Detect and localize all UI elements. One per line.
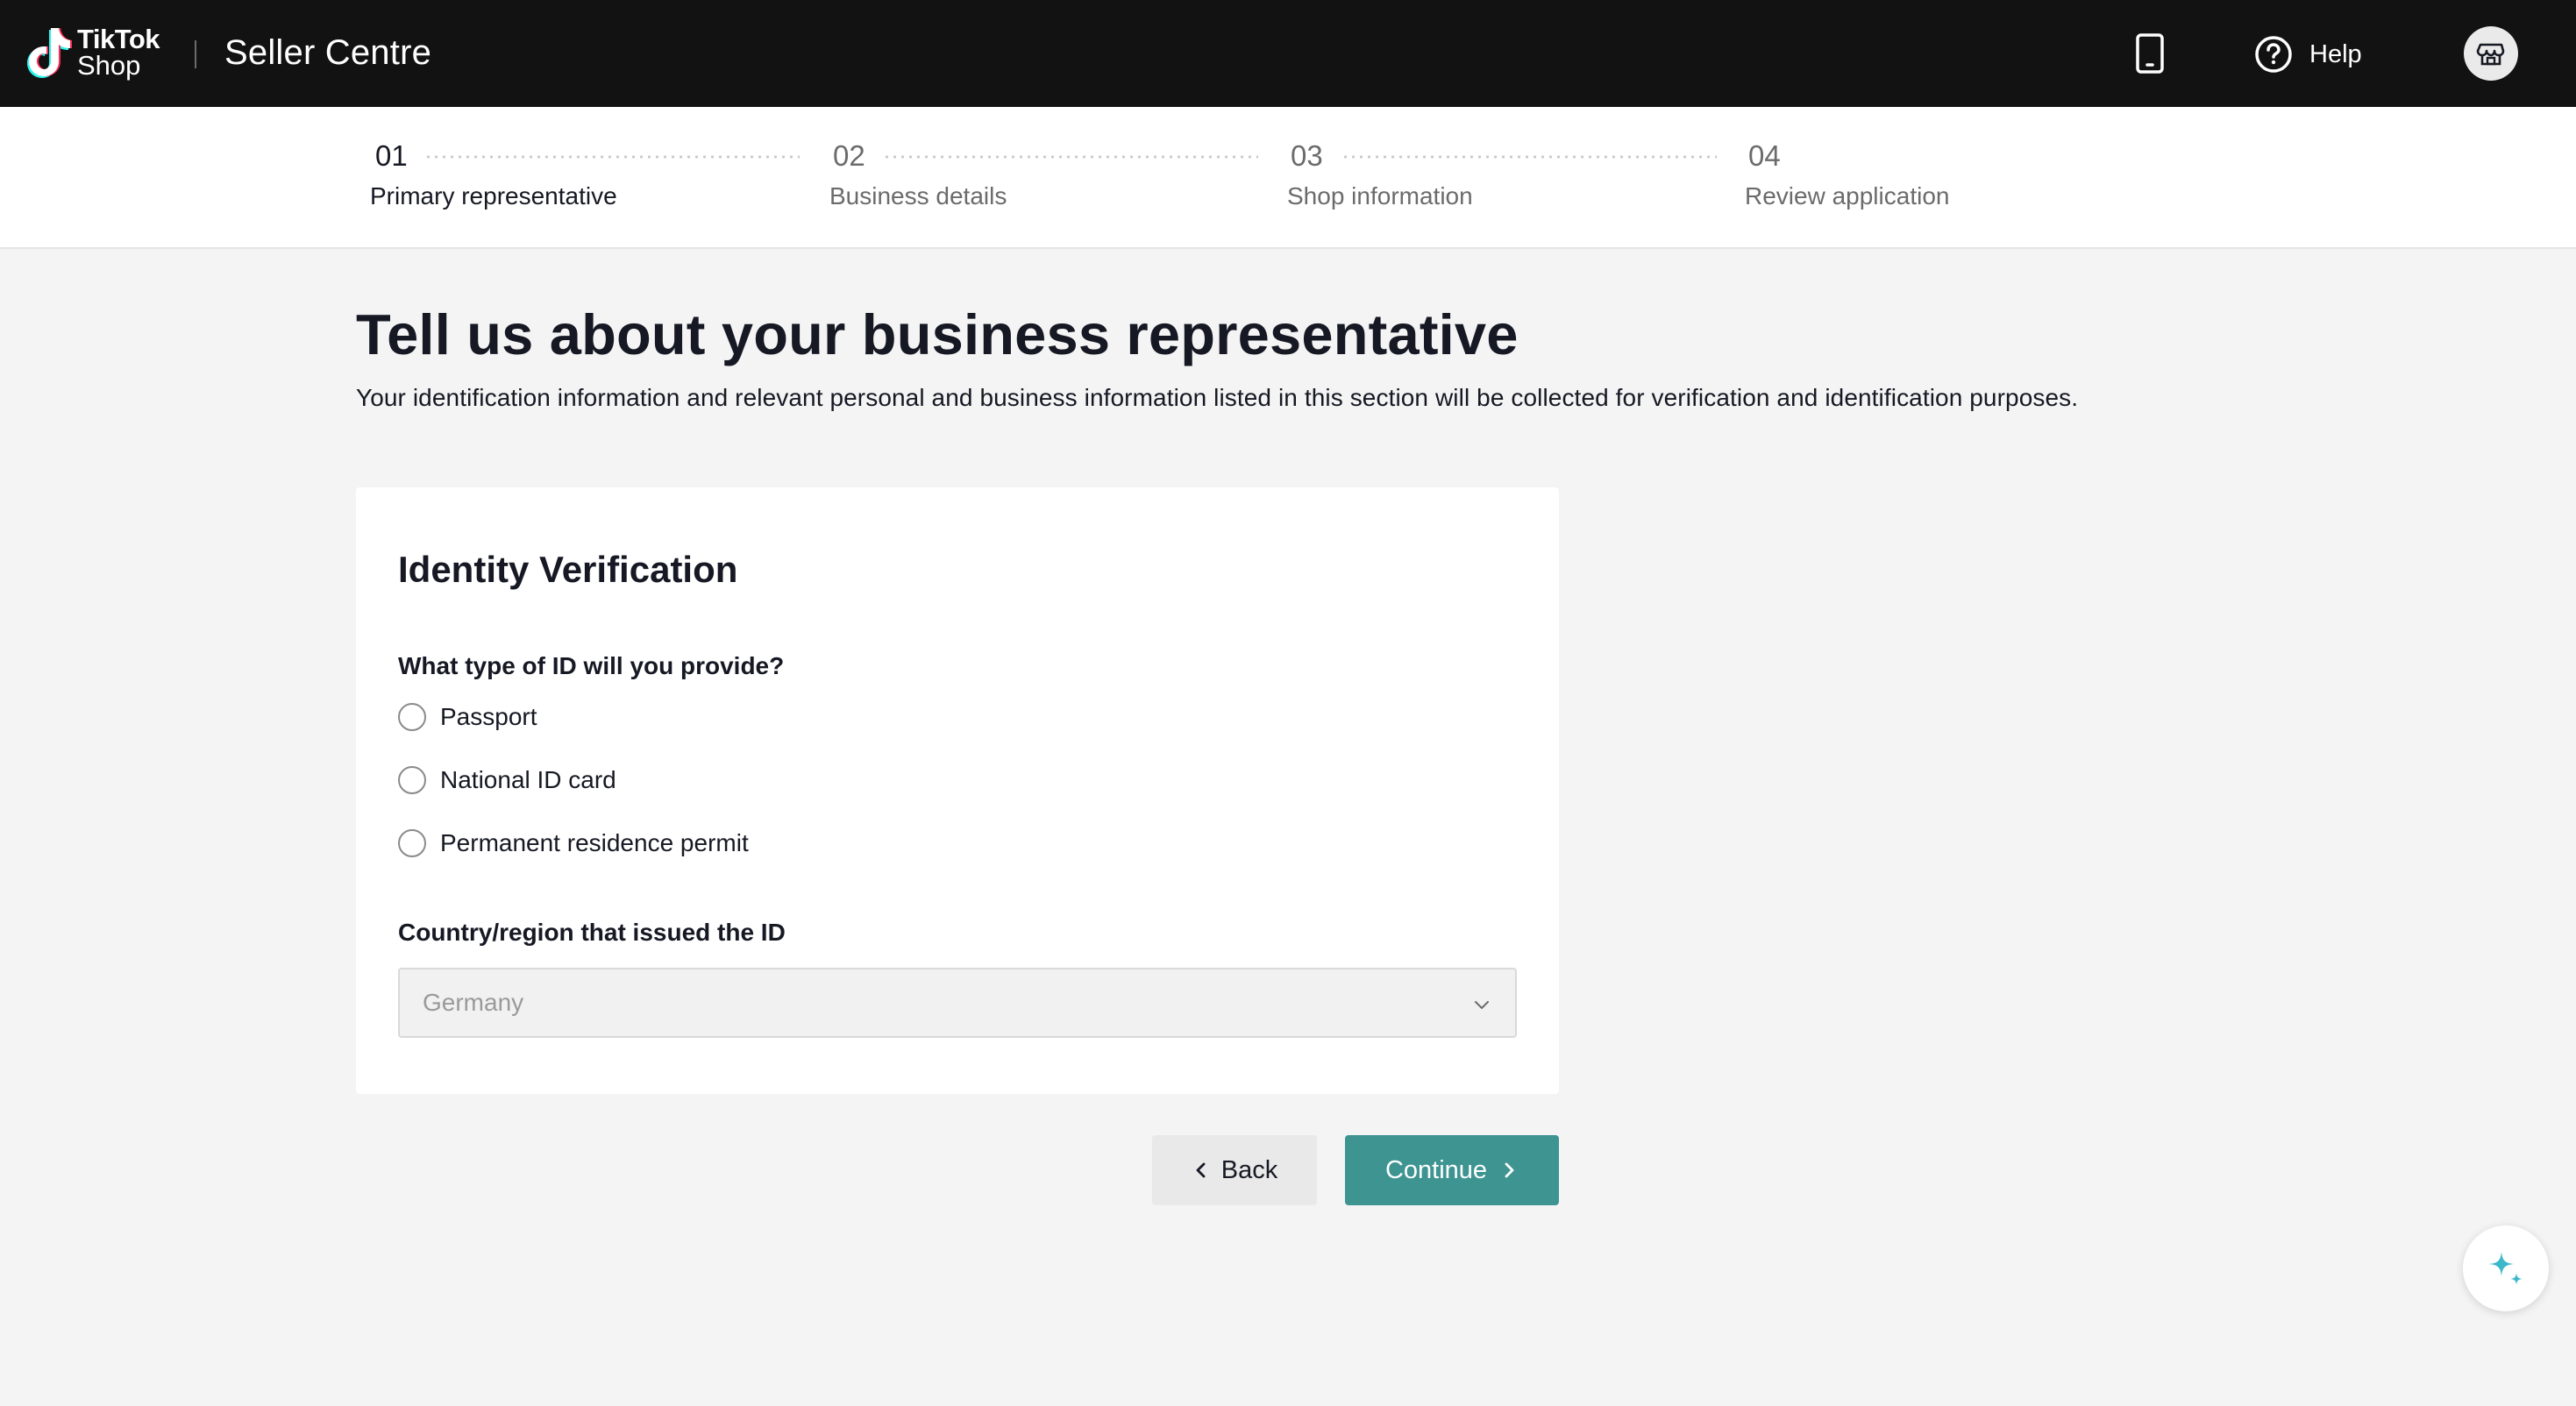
radio-label: Permanent residence permit <box>440 829 749 856</box>
mobile-phone-icon <box>2136 33 2164 74</box>
continue-button-label: Continue <box>1384 1155 1488 1184</box>
logo-wordmark: TikTok Shop <box>77 24 160 81</box>
step-label: Review application <box>1745 182 1950 209</box>
step-label: Business details <box>829 182 1007 209</box>
top-navigation-bar: TikTok Shop Seller Centre Help <box>0 0 2576 107</box>
back-button[interactable]: Back <box>1152 1135 1317 1205</box>
progress-stepper: 01 Primary representative 02 Business de… <box>0 107 2576 249</box>
step-review-application: 04 Review application <box>1745 138 1950 210</box>
radio-button[interactable] <box>398 703 426 731</box>
radio-option-passport[interactable]: Passport <box>398 699 537 735</box>
step-primary-representative: 01 Primary representative <box>370 138 617 210</box>
step-business-details: 02 Business details <box>829 138 1007 210</box>
country-select[interactable]: Germany <box>398 968 1517 1038</box>
ai-assistant-button[interactable] <box>2463 1225 2549 1311</box>
radio-button[interactable] <box>398 766 426 794</box>
logo-line-tiktok: TikTok <box>77 24 160 54</box>
help-circle-icon <box>2255 36 2292 73</box>
country-select-value: Germany <box>423 989 524 1016</box>
country-label: Country/region that issued the ID <box>398 919 786 946</box>
help-label: Help <box>2309 39 2362 68</box>
chevron-down-icon <box>1475 1001 1489 1009</box>
page-description: Your identification information and rele… <box>356 384 2079 411</box>
header-divider <box>195 40 196 68</box>
help-button[interactable]: Help <box>2253 33 2362 75</box>
step-connector <box>424 155 800 159</box>
step-label: Shop information <box>1287 182 1473 209</box>
id-type-question: What type of ID will you provide? <box>398 652 785 679</box>
step-label: Primary representative <box>370 182 617 209</box>
radio-option-national-id-card[interactable]: National ID card <box>398 763 616 798</box>
radio-button[interactable] <box>398 829 426 857</box>
chevron-right-icon <box>1505 1162 1514 1178</box>
mobile-app-button[interactable] <box>2131 32 2169 75</box>
card-title: Identity Verification <box>398 549 738 590</box>
back-button-label: Back <box>1220 1155 1278 1184</box>
identity-verification-card: Identity Verification What type of ID wi… <box>356 487 1559 1094</box>
radio-label: National ID card <box>440 766 616 793</box>
app-title: Seller Centre <box>224 33 432 72</box>
chevron-left-icon <box>1196 1162 1206 1178</box>
step-shop-information: 03 Shop information <box>1287 138 1473 210</box>
tiktok-shop-logo[interactable]: TikTok Shop <box>25 25 160 81</box>
radio-option-permanent-residence-permit[interactable]: Permanent residence permit <box>398 826 749 861</box>
step-connector <box>883 155 1258 159</box>
sparkle-icon <box>2489 1252 2523 1285</box>
logo-line-shop: Shop <box>77 50 141 81</box>
step-number: 04 <box>1748 139 1781 172</box>
store-account-button[interactable] <box>2464 26 2518 81</box>
page-title: Tell us about your business representati… <box>356 302 1519 366</box>
step-connector <box>1341 155 1717 159</box>
tiktok-logo-icon <box>27 28 72 78</box>
continue-button[interactable]: Continue <box>1345 1135 1559 1205</box>
store-icon <box>2476 43 2505 66</box>
radio-label: Passport <box>440 703 537 730</box>
